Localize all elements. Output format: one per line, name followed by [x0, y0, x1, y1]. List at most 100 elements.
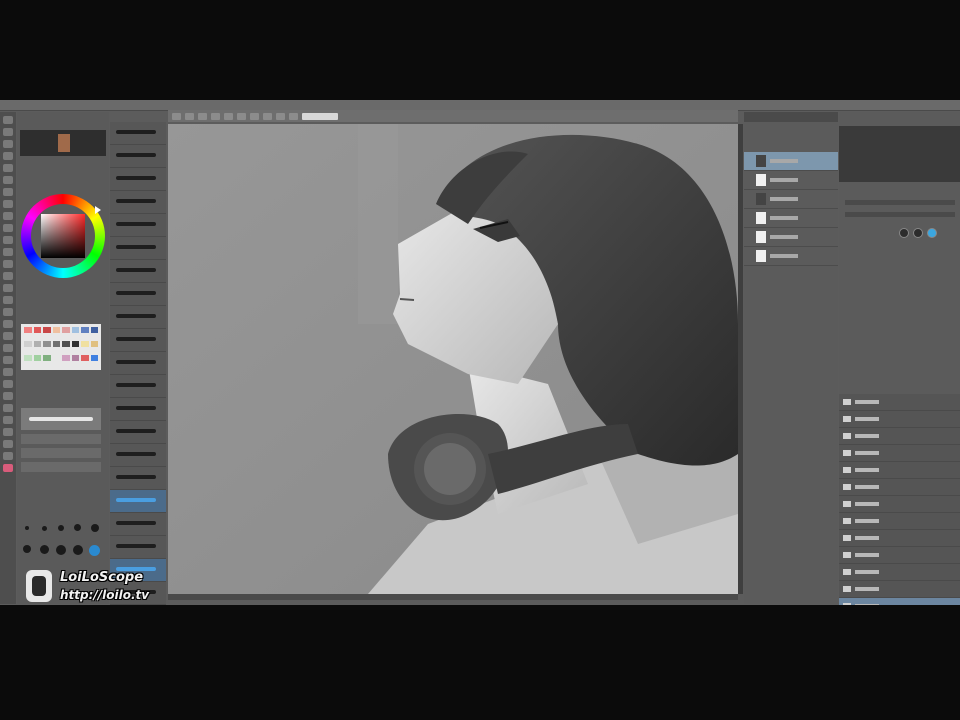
zoom-field[interactable] — [302, 112, 338, 120]
material-icon[interactable] — [3, 416, 13, 424]
new-file-icon[interactable] — [172, 112, 181, 120]
text-icon[interactable] — [3, 296, 13, 304]
approx-color-icon[interactable] — [3, 452, 13, 460]
list-item[interactable] — [839, 462, 960, 479]
layer-row[interactable] — [744, 209, 838, 228]
layer-row[interactable] — [744, 247, 838, 266]
brush-icon[interactable] — [3, 200, 13, 208]
list-item[interactable] — [839, 411, 960, 428]
toggle-icon[interactable] — [899, 228, 909, 238]
hue-marker[interactable] — [95, 206, 101, 214]
color-swatch-icon[interactable] — [3, 464, 13, 472]
brush-item[interactable] — [110, 260, 166, 283]
navigator-thumbnail[interactable] — [20, 130, 106, 156]
ruler-icon[interactable] — [3, 320, 13, 328]
watermark-url: http://loilo.tv — [60, 588, 150, 602]
airbrush-icon[interactable] — [3, 212, 13, 220]
list-item-selected[interactable] — [839, 598, 960, 605]
brush-size-presets[interactable] — [21, 524, 101, 564]
brush-item[interactable] — [110, 329, 166, 352]
list-item[interactable] — [839, 564, 960, 581]
move-icon[interactable] — [3, 128, 13, 136]
layer-row[interactable] — [744, 190, 838, 209]
list-item[interactable] — [839, 530, 960, 547]
brush-item[interactable] — [110, 306, 166, 329]
material-list — [839, 394, 960, 605]
brush-item[interactable] — [110, 398, 166, 421]
list-item[interactable] — [839, 394, 960, 411]
layer-row[interactable] — [744, 228, 838, 247]
selection-icon[interactable] — [3, 140, 13, 148]
pen-icon[interactable] — [3, 176, 13, 184]
decoration-icon[interactable] — [3, 224, 13, 232]
saturation-value-square[interactable] — [41, 214, 85, 258]
canvas-horizontal-scrollbar[interactable] — [168, 594, 738, 600]
search-icon[interactable] — [3, 380, 13, 388]
brush-item[interactable] — [110, 421, 166, 444]
history-icon[interactable] — [3, 392, 13, 400]
list-item[interactable] — [839, 479, 960, 496]
toggle-icon[interactable] — [927, 228, 937, 238]
clear-icon[interactable] — [237, 112, 246, 120]
brush-item[interactable] — [110, 444, 166, 467]
toggle-icon[interactable] — [913, 228, 923, 238]
list-item[interactable] — [839, 496, 960, 513]
transform-icon[interactable] — [263, 112, 272, 120]
brush-item[interactable] — [110, 536, 166, 559]
property-icon[interactable] — [3, 368, 13, 376]
lasso-icon[interactable] — [3, 152, 13, 160]
zoom-icon[interactable] — [3, 116, 13, 124]
list-item[interactable] — [839, 513, 960, 530]
balloon-icon[interactable] — [3, 308, 13, 316]
open-file-icon[interactable] — [185, 112, 194, 120]
color-wheel[interactable] — [21, 194, 105, 278]
color-history-icon[interactable] — [3, 440, 13, 448]
list-item[interactable] — [839, 581, 960, 598]
deselect-icon[interactable] — [276, 112, 285, 120]
fill-selection-icon[interactable] — [250, 112, 259, 120]
drawing-canvas[interactable] — [168, 124, 738, 594]
brush-item[interactable] — [110, 283, 166, 306]
brush-item[interactable] — [110, 191, 166, 214]
redo-icon[interactable] — [224, 112, 233, 120]
sub-tool-icon[interactable] — [3, 344, 13, 352]
fill-icon[interactable] — [3, 260, 13, 268]
layer-row[interactable] — [744, 171, 838, 190]
figure-icon[interactable] — [3, 284, 13, 292]
brush-item[interactable] — [110, 168, 166, 191]
layer-icon[interactable] — [3, 356, 13, 364]
canvas-vertical-scrollbar[interactable] — [738, 124, 743, 594]
layer-row-selected[interactable] — [744, 152, 838, 171]
brush-item[interactable] — [110, 352, 166, 375]
brush-item[interactable] — [110, 214, 166, 237]
gradient-icon[interactable] — [3, 272, 13, 280]
list-item[interactable] — [839, 547, 960, 564]
invert-selection-icon[interactable] — [289, 112, 298, 120]
navigator-icon[interactable] — [3, 404, 13, 412]
brush-item[interactable] — [110, 122, 166, 145]
list-item[interactable] — [839, 445, 960, 462]
brush-item[interactable] — [110, 513, 166, 536]
brush-item[interactable] — [110, 375, 166, 398]
brush-item[interactable] — [110, 237, 166, 260]
brush-density-slider[interactable] — [21, 448, 101, 458]
color-set-palette[interactable] — [21, 324, 101, 370]
eyedropper-icon[interactable] — [3, 164, 13, 172]
undo-icon[interactable] — [211, 112, 220, 120]
brush-size-slider[interactable] — [21, 434, 101, 444]
correct-line-icon[interactable] — [3, 332, 13, 340]
blend-mode-select[interactable] — [21, 462, 101, 472]
pencil-icon[interactable] — [3, 188, 13, 196]
brush-item-selected[interactable] — [110, 490, 166, 513]
list-item[interactable] — [839, 428, 960, 445]
eraser-icon[interactable] — [3, 236, 13, 244]
property-row[interactable] — [845, 212, 955, 217]
command-bar — [168, 110, 738, 122]
loiloscope-logo-icon — [26, 570, 52, 602]
property-row[interactable] — [845, 200, 955, 205]
save-icon[interactable] — [198, 112, 207, 120]
blend-icon[interactable] — [3, 248, 13, 256]
brush-item[interactable] — [110, 145, 166, 168]
brush-item[interactable] — [110, 467, 166, 490]
color-set-icon[interactable] — [3, 428, 13, 436]
